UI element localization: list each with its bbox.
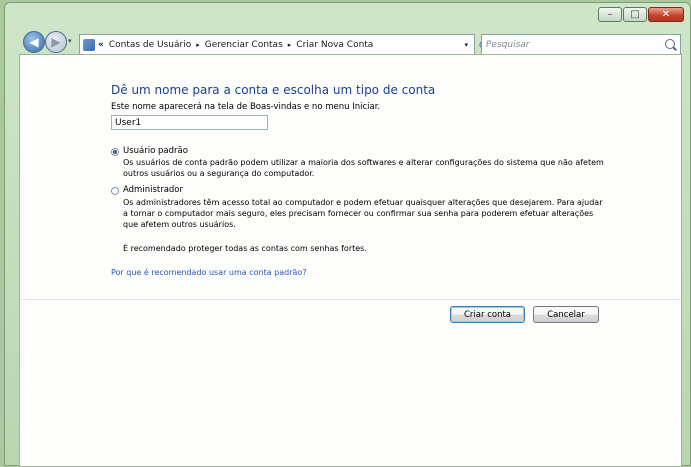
administrator-radio[interactable] <box>111 187 119 195</box>
breadcrumb-contas-de-usuario[interactable]: Contas de Usuário <box>109 40 191 50</box>
administrator-label[interactable]: Administrador <box>123 185 183 195</box>
breadcrumb-gerenciar-contas[interactable]: Gerenciar Contas <box>205 40 283 50</box>
address-dropdown-icon[interactable]: ▾ <box>464 41 468 49</box>
control-panel-icon <box>83 38 95 51</box>
maximize-button[interactable]: □ <box>623 7 647 22</box>
forward-button[interactable]: ▶ <box>45 31 67 53</box>
explorer-window: – □ ✕ ◀ ▶ ▾ « Contas de Usuário ▸ Gerenc… <box>4 2 691 467</box>
title-bar: – □ ✕ <box>5 3 690 25</box>
password-recommendation: É recomendado proteger todas as contas c… <box>123 244 367 253</box>
search-placeholder: Pesquisar <box>486 39 530 50</box>
account-name-input[interactable] <box>111 115 268 130</box>
account-name-label: Este nome aparecerá na tela de Boas-vind… <box>111 102 381 112</box>
address-bar[interactable]: « Contas de Usuário ▸ Gerenciar Contas ▸… <box>79 34 475 55</box>
breadcrumb-separator-icon[interactable]: ▸ <box>288 41 292 49</box>
breadcrumb-separator-icon[interactable]: ▸ <box>196 41 200 49</box>
back-button[interactable]: ◀ <box>23 31 45 53</box>
breadcrumb-criar-nova-conta[interactable]: Criar Nova Conta <box>296 40 373 50</box>
cancel-button[interactable]: Cancelar <box>533 306 599 323</box>
standard-user-label[interactable]: Usuário padrão <box>123 146 188 156</box>
search-icon[interactable] <box>665 39 675 49</box>
caption-buttons: – □ ✕ <box>598 7 684 22</box>
navigation-bar: ◀ ▶ ▾ « Contas de Usuário ▸ Gerenciar Co… <box>5 27 690 55</box>
create-account-button[interactable]: Criar conta <box>450 306 525 323</box>
divider <box>20 299 681 300</box>
search-box[interactable]: Pesquisar <box>481 34 681 55</box>
standard-user-radio[interactable] <box>111 148 119 156</box>
page-title: Dê um nome para a conta e escolha um tip… <box>111 83 436 97</box>
administrator-description: Os administradores têm acesso total ao c… <box>123 198 603 229</box>
standard-user-description: Os usuários de conta padrão podem utiliz… <box>123 158 604 178</box>
minimize-button[interactable]: – <box>598 7 622 22</box>
why-standard-account-link[interactable]: Por que é recomendado usar uma conta pad… <box>111 268 307 277</box>
close-button[interactable]: ✕ <box>648 7 684 22</box>
recent-pages-dropdown[interactable]: ▾ <box>68 37 72 45</box>
breadcrumb-overflow[interactable]: « <box>98 40 104 50</box>
content-pane: Dê um nome para a conta e escolha um tip… <box>19 54 682 467</box>
